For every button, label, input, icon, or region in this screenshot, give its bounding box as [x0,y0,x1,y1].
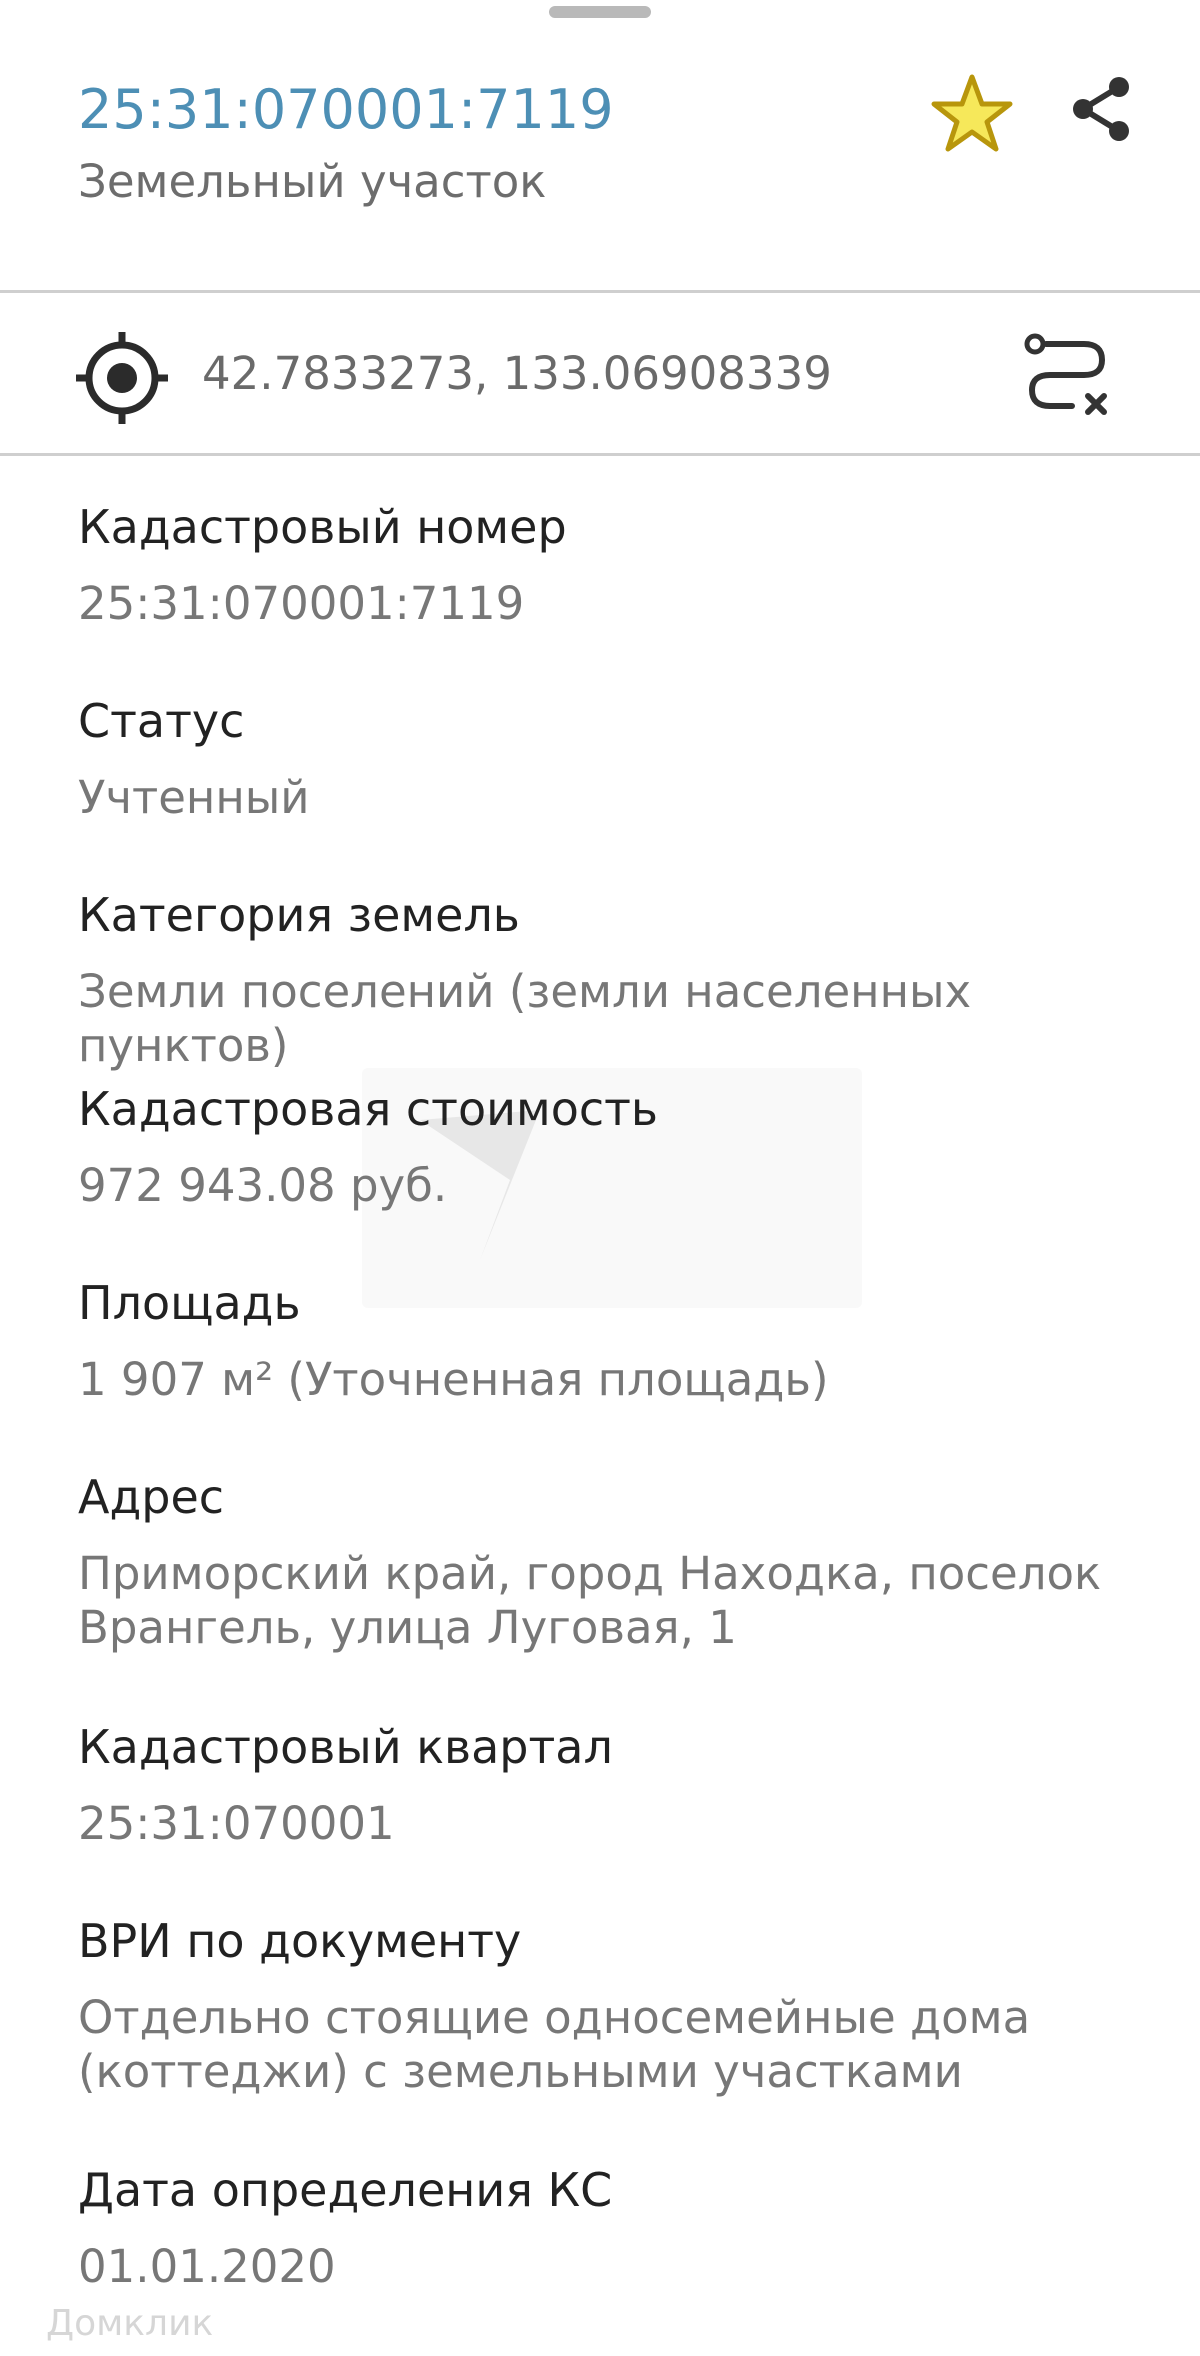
object-header: 25:31:070001:7119 Земельный участок [0,0,1200,291]
field-permitted-use: ВРИ по документу Отдельно стоящие односе… [78,1911,1138,2099]
field-value: 972 943.08 руб. [78,1159,448,1212]
field-value: Отдельно стоящие односемейные дома (котт… [78,1991,1031,2098]
crosshair-icon[interactable] [74,330,170,426]
field-land-category: Категория земель Земли поселений (земли … [78,885,1138,1073]
field-value: Земли поселений (земли населенных пункто… [78,965,972,1072]
field-label: Площадь [78,1276,301,1330]
coordinates-text[interactable]: 42.7833273, 133.06908339 [202,344,832,404]
field-label: ВРИ по документу [78,1914,522,1968]
coordinates-divider [0,453,1200,456]
field-value: 1 907 м² (Уточненная площадь) [78,1353,829,1406]
brand-watermark: Домклик [46,2303,214,2344]
field-value: 01.01.2020 [78,2240,336,2293]
field-value[interactable]: 25:31:070001:7119 [78,577,1138,631]
field-label: Кадастровый квартал [78,1720,613,1774]
field-cadastral-value: Кадастровая стоимость 972 943.08 руб. [78,1079,1138,1213]
field-label: Дата определения КС [78,2163,613,2217]
field-label: Статус [78,694,245,748]
field-label: Адрес [78,1470,225,1524]
field-value[interactable]: Приморский край, город Находка, поселок … [78,1547,1138,1655]
field-label: Кадастровая стоимость [78,1082,659,1136]
field-valuation-date: Дата определения КС 01.01.2020 [78,2160,1138,2294]
star-icon[interactable] [930,72,1014,152]
field-label: Кадастровый номер [78,500,567,554]
field-area: Площадь 1 907 м² (Уточненная площадь) [78,1273,1138,1407]
object-type-subtitle: Земельный участок [78,155,547,208]
field-cadastral-quarter: Кадастровый квартал 25:31:070001 [78,1717,1138,1851]
field-status: Статус Учтенный [78,691,1138,825]
field-value[interactable]: 25:31:070001 [78,1797,1138,1851]
field-label: Категория земель [78,888,520,942]
field-address: Адрес Приморский край, город Находка, по… [78,1467,1138,1655]
cadastral-number-title[interactable]: 25:31:070001:7119 [78,74,614,146]
field-cadastral-number: Кадастровый номер 25:31:070001:7119 [78,497,1138,631]
field-value: Учтенный [78,771,310,824]
share-icon[interactable] [1066,74,1136,144]
route-clear-icon[interactable] [1022,330,1112,420]
